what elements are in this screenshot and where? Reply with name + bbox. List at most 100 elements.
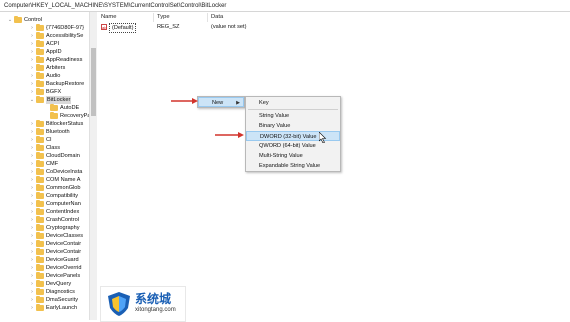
chevron-right-icon[interactable]: ›: [29, 224, 35, 232]
submenu-item-multi-string-value[interactable]: Multi-String Value: [246, 151, 340, 161]
folder-icon: [36, 264, 44, 271]
tree-item[interactable]: ⌄ BitLocker: [0, 96, 89, 104]
tree-item[interactable]: › CloudDomain: [0, 152, 89, 160]
tree-item-label: ComputerNan: [46, 201, 81, 207]
tree-item[interactable]: ⌄ Control: [0, 16, 89, 24]
tree-item[interactable]: › ComputerNan: [0, 200, 89, 208]
tree-item[interactable]: › Compatibility: [0, 192, 89, 200]
column-type[interactable]: Type: [157, 13, 170, 22]
chevron-right-icon[interactable]: ›: [29, 80, 35, 88]
chevron-right-icon[interactable]: ›: [29, 256, 35, 264]
tree-item[interactable]: › DevQuery: [0, 280, 89, 288]
chevron-right-icon[interactable]: ›: [29, 136, 35, 144]
column-name[interactable]: Name: [101, 13, 116, 22]
tree-item-label: DeviceClasses: [46, 233, 83, 239]
tree-item[interactable]: AutoDE: [0, 104, 89, 112]
submenu-item-expandable-string-value[interactable]: Expandable String Value: [246, 161, 340, 171]
tree-item[interactable]: › CoDeviceInsta: [0, 168, 89, 176]
tree-item-label: Control: [24, 17, 43, 23]
tree-item[interactable]: › CommonGlob: [0, 184, 89, 192]
chevron-right-icon[interactable]: ›: [29, 264, 35, 272]
scrollbar-thumb[interactable]: [91, 48, 96, 116]
tree-item[interactable]: › Audio: [0, 72, 89, 80]
chevron-right-icon[interactable]: ›: [29, 64, 35, 72]
tree-item[interactable]: › ACPI: [0, 40, 89, 48]
folder-icon: [36, 136, 44, 143]
chevron-right-icon[interactable]: ›: [29, 232, 35, 240]
tree-item[interactable]: › DeviceClasses: [0, 232, 89, 240]
submenu-item-string-value[interactable]: String Value: [246, 111, 340, 121]
tree-item[interactable]: › ContentIndex: [0, 208, 89, 216]
chevron-right-icon[interactable]: ›: [29, 48, 35, 56]
tree-item[interactable]: › BitlockerStatus: [0, 120, 89, 128]
tree-item[interactable]: RecoveryPa: [0, 112, 90, 120]
tree-item[interactable]: › {7746D80F-97}: [0, 24, 89, 32]
chevron-right-icon[interactable]: ›: [29, 72, 35, 80]
tree-item[interactable]: › DeviceGuard: [0, 256, 89, 264]
tree-item[interactable]: › CMF: [0, 160, 89, 168]
chevron-right-icon[interactable]: ›: [29, 168, 35, 176]
tree-item[interactable]: › EarlyLaunch: [0, 304, 89, 312]
tree-item-label: CloudDomain: [46, 153, 80, 159]
chevron-right-icon[interactable]: ›: [29, 296, 35, 304]
tree-item[interactable]: › BGFX: [0, 88, 89, 96]
address-bar[interactable]: Computer\HKEY_LOCAL_MACHINE\SYSTEM\Curre…: [0, 0, 570, 12]
chevron-right-icon[interactable]: ›: [29, 88, 35, 96]
tree-item[interactable]: › Bluetooth: [0, 128, 89, 136]
tree-item-label: AppID: [46, 49, 62, 55]
chevron-right-icon[interactable]: ›: [29, 40, 35, 48]
chevron-right-icon[interactable]: ›: [29, 120, 35, 128]
tree-item[interactable]: › DmaSecurity: [0, 296, 89, 304]
tree-item[interactable]: › DeviceContair: [0, 240, 89, 248]
chevron-right-icon[interactable]: ›: [29, 24, 35, 32]
tree-item[interactable]: › AccessibilitySe: [0, 32, 89, 40]
tree-item-label: AutoDE: [60, 105, 80, 111]
chevron-down-icon[interactable]: ⌄: [29, 96, 35, 104]
tree-scrollbar[interactable]: [89, 12, 97, 320]
mouse-cursor-icon: [319, 132, 327, 143]
column-data[interactable]: Data: [211, 13, 223, 22]
tree-item[interactable]: › Arbiters: [0, 64, 89, 72]
chevron-right-icon[interactable]: ›: [29, 208, 35, 216]
tree-item[interactable]: › BackupRestore: [0, 80, 89, 88]
tree-item[interactable]: › CI: [0, 136, 89, 144]
chevron-right-icon[interactable]: ›: [29, 304, 35, 312]
folder-icon: [36, 152, 44, 159]
chevron-right-icon[interactable]: ›: [29, 288, 35, 296]
chevron-right-icon[interactable]: ›: [29, 272, 35, 280]
tree-item[interactable]: › DevicePanels: [0, 272, 89, 280]
submenu-item-binary-value[interactable]: Binary Value: [246, 121, 340, 131]
chevron-right-icon[interactable]: ›: [29, 200, 35, 208]
chevron-right-icon[interactable]: ›: [29, 160, 35, 168]
chevron-right-icon[interactable]: ›: [29, 192, 35, 200]
tree-item[interactable]: › AppReadiness: [0, 56, 89, 64]
tree-item[interactable]: › Cryptography: [0, 224, 89, 232]
chevron-right-icon[interactable]: ›: [29, 128, 35, 136]
chevron-right-icon[interactable]: ›: [29, 248, 35, 256]
value-row[interactable]: ab (Default) REG_SZ (value not set): [97, 23, 397, 33]
chevron-right-icon[interactable]: ›: [29, 144, 35, 152]
chevron-right-icon[interactable]: ›: [29, 176, 35, 184]
tree-item-label: CMF: [46, 161, 59, 167]
menu-item-new[interactable]: New ▶: [198, 97, 244, 107]
tree-item[interactable]: › COM Name A: [0, 176, 89, 184]
chevron-right-icon[interactable]: ›: [29, 152, 35, 160]
tree-item[interactable]: › CrashControl: [0, 216, 89, 224]
tree-item[interactable]: › AppID: [0, 48, 89, 56]
column-divider[interactable]: [153, 13, 154, 22]
chevron-right-icon[interactable]: ›: [29, 184, 35, 192]
chevron-right-icon[interactable]: ›: [29, 32, 35, 40]
tree-item[interactable]: › DeviceContair: [0, 248, 89, 256]
tree-item[interactable]: › DeviceOverrid: [0, 264, 89, 272]
chevron-down-icon[interactable]: ⌄: [7, 16, 13, 24]
folder-icon: [36, 216, 44, 223]
tree-item[interactable]: › Class: [0, 144, 89, 152]
column-divider[interactable]: [207, 13, 208, 22]
chevron-right-icon[interactable]: ›: [29, 216, 35, 224]
chevron-right-icon[interactable]: ›: [29, 56, 35, 64]
tree-item-label: CI: [46, 137, 52, 143]
chevron-right-icon[interactable]: ›: [29, 280, 35, 288]
tree-item[interactable]: › Diagnostics: [0, 288, 89, 296]
chevron-right-icon[interactable]: ›: [29, 240, 35, 248]
submenu-item-key[interactable]: Key: [246, 98, 340, 108]
